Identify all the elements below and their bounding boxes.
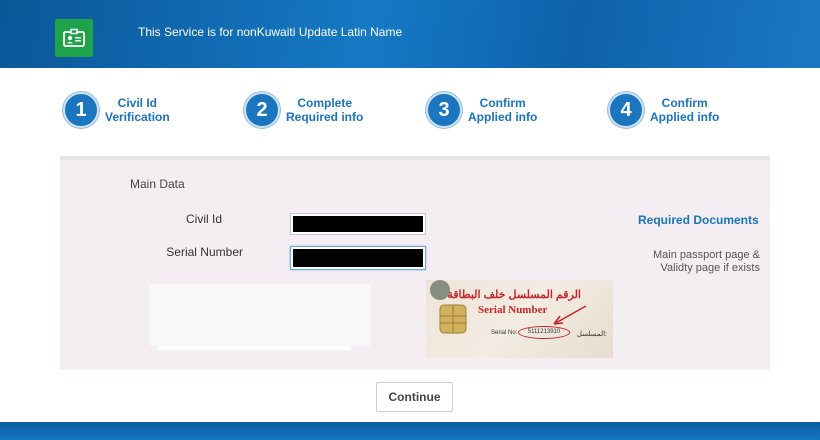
blank-line (157, 346, 351, 350)
step-label: Confirm Applied info (650, 96, 719, 124)
step-civil-id-verification: 1 Civil Id Verification (63, 92, 170, 128)
blank-area (150, 284, 370, 346)
main-card: 1 Civil Id Verification 2 Complete Requi… (0, 68, 820, 422)
step-label: Complete Required info (286, 96, 363, 124)
redacted-value (293, 216, 423, 232)
step-label-line2: Required info (286, 110, 364, 124)
redacted-value (293, 249, 423, 267)
id-card-icon (55, 19, 93, 57)
card-arabic-label: المسلسل: (576, 331, 607, 338)
step-label-line1: Confirm (479, 96, 526, 110)
step-confirm-applied-info: 3 Confirm Applied info (426, 92, 537, 128)
civil-id-input[interactable] (290, 213, 426, 235)
card-serial-caption: Serial Number (478, 304, 548, 316)
step-label-line2: Applied info (468, 110, 538, 124)
header-banner: This Service is for nonKuwaiti Update La… (0, 0, 820, 68)
progress-steps: 1 Civil Id Verification 2 Complete Requi… (0, 68, 820, 154)
step-label-line2: Verification (105, 110, 170, 124)
card-serial-value: 5111213910 (518, 326, 570, 339)
step-label-line1: Civil Id (117, 96, 158, 110)
section-title: Main Data (130, 177, 185, 191)
card-arabic-caption: الرقم المسلسل خلف البطاقة (447, 289, 581, 301)
step-label: Confirm Applied info (468, 96, 537, 124)
step-number: 1 (63, 92, 99, 128)
step-label-line1: Complete (297, 96, 353, 110)
main-data-panel: Main Data Civil Id Serial Number Require… (60, 160, 770, 370)
step-label-line2: Applied info (650, 110, 720, 124)
step-number: 3 (426, 92, 462, 128)
required-documents-link[interactable]: Required Documents (638, 213, 759, 227)
card-serial-label: Serial No: (491, 330, 518, 336)
step-confirm-applied-info-2: 4 Confirm Applied info (608, 92, 719, 128)
page-title: This Service is for nonKuwaiti Update La… (138, 25, 403, 39)
step-complete-required-info: 2 Complete Required info (244, 92, 363, 128)
footer-bar (0, 422, 820, 440)
step-number: 2 (244, 92, 280, 128)
step-number: 4 (608, 92, 644, 128)
serial-number-input[interactable] (290, 246, 426, 270)
required-documents-note: Main passport page & Validty page if exi… (652, 249, 760, 274)
serial-number-label: Serial Number (166, 245, 243, 259)
serial-number-help-image: الرقم المسلسل خلف البطاقة Serial Number … (426, 280, 613, 358)
civil-id-label: Civil Id (185, 212, 222, 226)
continue-button[interactable]: Continue (376, 382, 453, 412)
step-label: Civil Id Verification (105, 96, 170, 124)
step-label-line1: Confirm (661, 96, 708, 110)
